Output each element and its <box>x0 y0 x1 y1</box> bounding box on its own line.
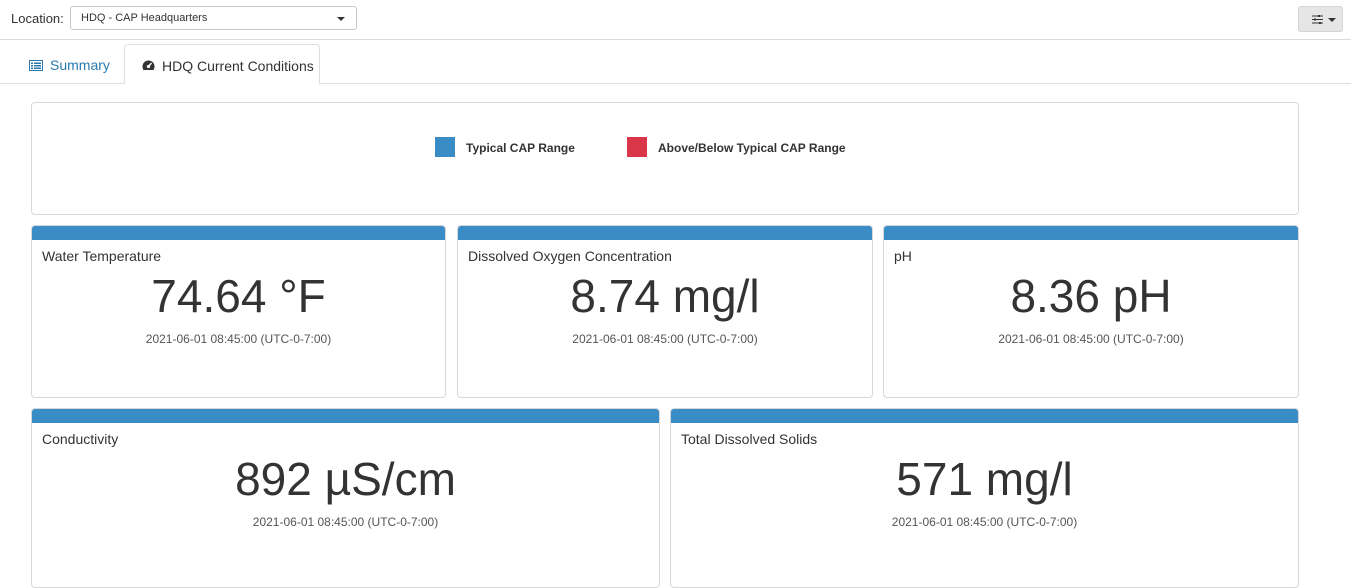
tab-summary-label: Summary <box>50 57 110 73</box>
location-bar: Location: HDQ - CAP Headquarters <box>0 0 1351 40</box>
legend-label-typical: Typical CAP Range <box>466 141 575 155</box>
metric-card-total-dissolved-solids: Total Dissolved Solids 571 mg/l 2021-06-… <box>670 408 1299 588</box>
metric-title: Dissolved Oxygen Concentration <box>468 248 672 264</box>
location-select[interactable]: HDQ - CAP Headquarters <box>70 6 357 30</box>
tab-hdq-current-conditions[interactable]: HDQ Current Conditions <box>124 44 320 84</box>
status-bar <box>32 409 659 423</box>
dashboard-icon <box>142 60 155 72</box>
legend-label-above-below: Above/Below Typical CAP Range <box>658 141 846 155</box>
legend-swatch-above-below <box>627 137 647 157</box>
metric-title: Water Temperature <box>42 248 162 264</box>
metric-value: 892 µS/cm <box>235 453 456 505</box>
status-bar <box>458 226 872 240</box>
legend-panel: Typical CAP Range Above/Below Typical CA… <box>31 102 1299 215</box>
metric-title: Total Dissolved Solids <box>681 431 818 447</box>
metric-value: 571 mg/l <box>896 453 1073 505</box>
legend-swatch-typical <box>435 137 455 157</box>
tab-current-label: HDQ Current Conditions <box>162 58 314 74</box>
status-bar <box>884 226 1298 240</box>
tab-summary[interactable]: Summary <box>17 44 122 83</box>
metric-timestamp: 2021-06-01 08:45:00 (UTC-0-7:00) <box>572 332 758 346</box>
status-bar <box>671 409 1298 423</box>
location-label: Location: <box>11 11 64 26</box>
location-selected-value: HDQ - CAP Headquarters <box>81 12 208 24</box>
metric-value: 74.64 °F <box>151 270 326 322</box>
metric-title: pH <box>894 248 912 264</box>
sliders-icon <box>1312 15 1323 24</box>
metric-card-conductivity: Conductivity 892 µS/cm 2021-06-01 08:45:… <box>31 408 660 588</box>
metric-title: Conductivity <box>42 431 119 447</box>
settings-dropdown-button[interactable] <box>1298 6 1343 32</box>
list-icon <box>29 60 43 71</box>
tab-bar: Summary HDQ Current Conditions <box>0 44 1351 84</box>
metric-timestamp: 2021-06-01 08:45:00 (UTC-0-7:00) <box>252 515 439 529</box>
chevron-down-icon <box>1328 18 1336 22</box>
metric-value: 8.36 pH <box>1010 270 1172 322</box>
status-bar <box>32 226 445 240</box>
metric-value: 8.74 mg/l <box>570 270 760 322</box>
metric-timestamp: 2021-06-01 08:45:00 (UTC-0-7:00) <box>891 515 1078 529</box>
metric-card-ph: pH 8.36 pH 2021-06-01 08:45:00 (UTC-0-7:… <box>883 225 1299 398</box>
metric-card-dissolved-oxygen: Dissolved Oxygen Concentration 8.74 mg/l… <box>457 225 873 398</box>
metric-card-water-temperature: Water Temperature 74.64 °F 2021-06-01 08… <box>31 225 446 398</box>
metric-timestamp: 2021-06-01 08:45:00 (UTC-0-7:00) <box>998 332 1184 346</box>
chevron-down-icon <box>337 17 345 21</box>
metric-timestamp: 2021-06-01 08:45:00 (UTC-0-7:00) <box>145 332 332 346</box>
